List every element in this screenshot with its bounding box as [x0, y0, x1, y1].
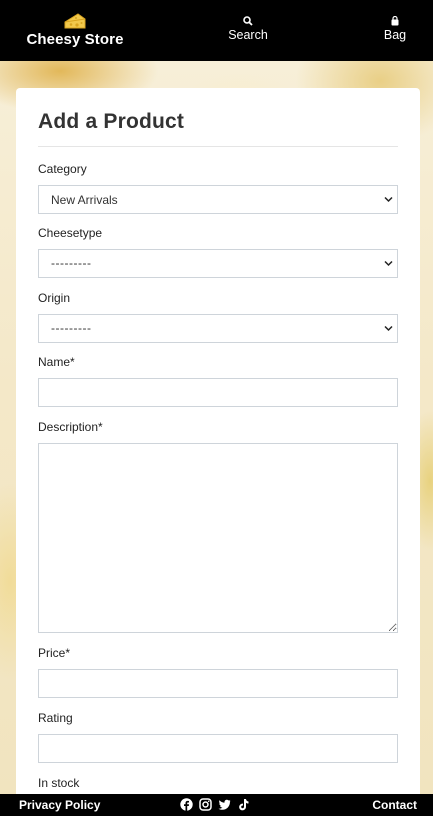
price-label: Price* [38, 646, 71, 660]
in-stock-label: In stock [38, 776, 80, 790]
tiktok-icon[interactable] [237, 798, 250, 811]
social-links [180, 798, 250, 811]
add-product-card: Add a Product Category New Arrivals Chee… [16, 88, 420, 808]
bag-link[interactable]: Bag [380, 16, 410, 42]
description-label: Description* [38, 420, 103, 434]
facebook-icon[interactable] [180, 798, 193, 811]
price-field: Price* [38, 646, 398, 698]
name-field: Name* [38, 355, 398, 407]
in-stock-field: In stock [38, 776, 398, 790]
name-label: Name* [38, 355, 75, 369]
origin-field: Origin --------- [38, 291, 398, 343]
cheesetype-value: --------- [51, 256, 92, 270]
chevron-down-icon [384, 260, 393, 267]
category-label: Category [38, 162, 87, 176]
cheesetype-select[interactable]: --------- [38, 249, 398, 278]
contact-link[interactable]: Contact [372, 798, 417, 812]
rating-input[interactable] [38, 734, 398, 763]
search-icon [243, 16, 253, 26]
top-nav: Cheesy Store Search Bag [0, 0, 433, 61]
chevron-down-icon [384, 196, 393, 203]
rating-field: Rating [38, 711, 398, 763]
chevron-down-icon [384, 325, 393, 332]
search-link[interactable]: Search [226, 16, 270, 42]
brand-name: Cheesy Store [26, 31, 124, 48]
description-field: Description* [38, 420, 398, 633]
cheese-icon [64, 13, 86, 29]
bag-icon [391, 16, 399, 26]
category-field: Category New Arrivals [38, 162, 398, 214]
rating-label: Rating [38, 711, 73, 725]
cheesetype-label: Cheesetype [38, 226, 103, 240]
name-input[interactable] [38, 378, 398, 407]
description-textarea[interactable] [38, 443, 398, 633]
instagram-icon[interactable] [199, 798, 212, 811]
origin-select[interactable]: --------- [38, 314, 398, 343]
origin-value: --------- [51, 321, 92, 335]
search-label: Search [228, 28, 268, 42]
page-title: Add a Product [38, 110, 398, 147]
cheesetype-field: Cheesetype --------- [38, 226, 398, 278]
category-select[interactable]: New Arrivals [38, 185, 398, 214]
brand-link[interactable]: Cheesy Store [20, 12, 130, 48]
footer: Privacy Policy Contact [0, 794, 433, 816]
category-value: New Arrivals [51, 193, 118, 207]
price-input[interactable] [38, 669, 398, 698]
twitter-icon[interactable] [218, 798, 231, 811]
bag-label: Bag [383, 28, 407, 42]
origin-label: Origin [38, 291, 71, 305]
privacy-policy-link[interactable]: Privacy Policy [19, 798, 100, 812]
